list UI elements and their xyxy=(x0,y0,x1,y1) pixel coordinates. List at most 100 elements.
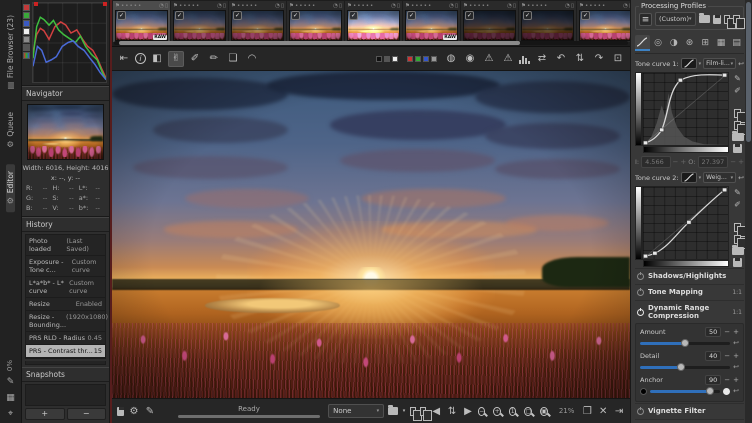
star-icon[interactable]: • xyxy=(585,3,588,9)
copy-profile-icon[interactable] xyxy=(723,14,736,29)
profile-list-icon[interactable]: ≡ xyxy=(639,12,653,26)
color-label-icon[interactable]: ⚑ xyxy=(115,3,120,9)
trash-icon[interactable]: ▯ xyxy=(339,3,342,9)
filmstrip-thumbnail[interactable]: ⚑•••••◔▯✓ xyxy=(461,1,518,42)
star-icon[interactable]: • xyxy=(473,3,476,9)
color-label-icon[interactable]: ⚑ xyxy=(463,3,468,9)
star-icon[interactable]: • xyxy=(129,3,132,9)
filmstrip-thumbnail[interactable]: ⚑ • • • • • ◔ ▯ ✓ RAW xyxy=(113,1,170,42)
zoom-100-icon[interactable]: 1 xyxy=(508,406,517,416)
tab-advanced[interactable]: ⊛ xyxy=(682,35,697,51)
star-icon[interactable]: • xyxy=(531,3,534,9)
star-icon[interactable]: • xyxy=(424,3,427,9)
star-icon[interactable]: • xyxy=(477,3,480,9)
star-icon[interactable]: • xyxy=(482,3,485,9)
star-icon[interactable]: • xyxy=(245,3,248,9)
star-icon[interactable]: • xyxy=(415,3,418,9)
copy-profile-icon[interactable] xyxy=(410,406,423,421)
tool-shadows-highlights[interactable]: Shadows/Highlights xyxy=(635,268,744,283)
tool-graduated-filter[interactable]: Graduated Filter xyxy=(635,419,744,423)
paste-profile-icon[interactable] xyxy=(733,14,745,29)
spin-plus-icon[interactable]: + xyxy=(680,158,686,166)
tab-file-browser[interactable]: ▤ File Browser (23) xyxy=(6,8,15,97)
open-folder-icon[interactable] xyxy=(388,405,398,415)
slider-handle[interactable] xyxy=(681,338,690,347)
trash-icon[interactable]: ▯ xyxy=(513,3,516,9)
edited-icon[interactable]: ◔ xyxy=(333,3,338,9)
preview-luma-swatch[interactable] xyxy=(431,55,437,62)
increment-icon[interactable]: + xyxy=(733,352,739,360)
edited-icon[interactable]: ◔ xyxy=(217,3,222,9)
fine-rotate-tool-icon[interactable]: ✏ xyxy=(206,51,222,67)
histogram-channel-button[interactable] xyxy=(23,36,30,43)
profile-select[interactable]: (Custom) ▾ xyxy=(655,12,696,26)
tool-tone-mapping[interactable]: Tone Mapping 1:1 xyxy=(635,284,744,299)
history-row[interactable]: L*a*b* - L* curve Custom curve xyxy=(26,277,105,298)
histogram-channel-button[interactable] xyxy=(23,44,30,51)
star-icon[interactable]: • xyxy=(370,3,373,9)
star-icon[interactable]: • xyxy=(241,3,244,9)
history-row[interactable]: Resize - Bounding... (1920x1080) xyxy=(26,311,108,332)
filmstrip-thumbnail[interactable]: ⚑•••••◔▯✓ xyxy=(577,1,630,42)
star-icon[interactable]: • xyxy=(419,3,422,9)
crop-tool-icon[interactable]: ❑ xyxy=(225,51,241,67)
slider-track[interactable] xyxy=(640,338,731,347)
histogram-channel-button[interactable] xyxy=(23,20,30,27)
star-icon[interactable]: • xyxy=(361,3,364,9)
power-icon[interactable] xyxy=(637,406,644,415)
filmstrip-thumbnail[interactable]: ⚑•••••◔▯✓ xyxy=(519,1,576,42)
edited-icon[interactable]: ◔ xyxy=(275,3,280,9)
star-icon[interactable]: • xyxy=(295,3,298,9)
flip-vertical-icon[interactable]: ⇅ xyxy=(572,51,588,67)
send-to-queue-icon[interactable]: ⚙ xyxy=(128,406,140,417)
white-balance-picker-icon[interactable]: ◍ xyxy=(443,51,459,67)
slider-value[interactable]: 40 xyxy=(704,351,722,361)
color-label-icon[interactable]: ⚑ xyxy=(521,3,526,9)
power-icon[interactable] xyxy=(637,287,644,296)
histogram-channel-button[interactable] xyxy=(23,28,30,35)
paste-curve-icon[interactable] xyxy=(734,235,746,249)
trash-icon[interactable]: ▯ xyxy=(165,3,168,9)
spin-plus-icon[interactable]: + xyxy=(738,158,744,166)
spin-minus-icon[interactable]: − xyxy=(730,158,736,166)
tab-editor[interactable]: ⚙ Editor xyxy=(6,163,15,212)
power-icon[interactable] xyxy=(637,307,644,316)
star-icon[interactable]: • xyxy=(428,3,431,9)
crosshair-icon[interactable]: ⌖ xyxy=(8,409,13,419)
histogram-toggle-icon[interactable] xyxy=(519,54,531,64)
photo-preview[interactable] xyxy=(112,71,630,398)
shadow-clipping-icon[interactable]: ⚠ xyxy=(500,51,516,67)
chevron-down-icon[interactable]: ▾ xyxy=(699,175,702,181)
filmstrip-scrollbar[interactable] xyxy=(114,41,628,45)
color-label-icon[interactable]: ⚑ xyxy=(347,3,352,9)
tool-vignette-filter[interactable]: Vignette Filter xyxy=(635,403,744,418)
zoom-fit-icon[interactable]: ▢ xyxy=(524,406,533,416)
star-icon[interactable]: • xyxy=(535,3,538,9)
chevron-down-icon[interactable]: ▾ xyxy=(699,61,702,67)
filmstrip-thumbnail[interactable]: ⚑•••••◔▯✓ xyxy=(171,1,228,42)
trash-icon[interactable]: ▯ xyxy=(571,3,574,9)
reset-curve-icon[interactable]: ↩ xyxy=(738,174,744,182)
histogram-channel-button[interactable] xyxy=(23,4,30,11)
send-to-editor-icon[interactable]: ✎ xyxy=(144,406,156,417)
filmstrip-thumbnail[interactable]: ⚑•••••◔▯✓ xyxy=(345,1,402,42)
star-icon[interactable]: • xyxy=(299,3,302,9)
filmstrip-thumbnail[interactable]: ⚑ • • • • • ◔ ▯ ✓ RAW xyxy=(403,1,460,42)
image-canvas[interactable] xyxy=(112,71,630,398)
navigator-thumbnail[interactable] xyxy=(27,104,104,160)
star-icon[interactable]: • xyxy=(254,3,257,9)
power-icon[interactable] xyxy=(637,271,644,280)
edited-icon[interactable]: ◔ xyxy=(507,3,512,9)
sync-filebrowser-icon[interactable]: ⇅ xyxy=(446,406,458,417)
spin-minus-icon[interactable]: − xyxy=(673,158,679,166)
tool-dynamic-range-compression[interactable]: Dynamic Range Compression 1:1 xyxy=(635,300,744,323)
star-icon[interactable]: • xyxy=(312,3,315,9)
bg-gray-swatch[interactable] xyxy=(384,55,390,62)
star-icon[interactable]: • xyxy=(125,3,128,9)
decrement-icon[interactable]: − xyxy=(724,328,730,336)
history-row[interactable]: Resize Enabled xyxy=(26,298,105,311)
slider-reset-icon[interactable]: ↩ xyxy=(733,387,739,395)
tab-detail[interactable]: ◎ xyxy=(651,35,666,51)
color-label-icon[interactable]: ⚑ xyxy=(231,3,236,9)
curve-canvas[interactable] xyxy=(642,186,729,260)
